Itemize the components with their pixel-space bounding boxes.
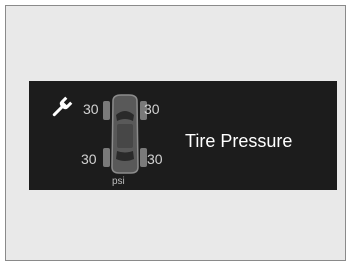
- tire-rear-left: [103, 148, 110, 167]
- tire-rear-right: [140, 148, 147, 167]
- front-left-pressure-value: 30: [83, 101, 99, 117]
- vehicle-roof: [117, 124, 133, 148]
- vehicle-rear-window: [116, 151, 134, 161]
- screen-frame: 30 30 30 30 psi Tire Pressure: [5, 5, 346, 261]
- rear-left-pressure-value: 30: [81, 151, 97, 167]
- rear-right-pressure-value: 30: [147, 151, 163, 167]
- pressure-unit-label: psi: [112, 176, 125, 187]
- tire-pressure-display: 30 30 30 30 psi Tire Pressure: [29, 81, 337, 190]
- tire-front-left: [103, 101, 110, 120]
- front-right-pressure-value: 30: [144, 101, 160, 117]
- wrench-icon: [52, 96, 73, 117]
- tire-pressure-title: Tire Pressure: [185, 131, 293, 151]
